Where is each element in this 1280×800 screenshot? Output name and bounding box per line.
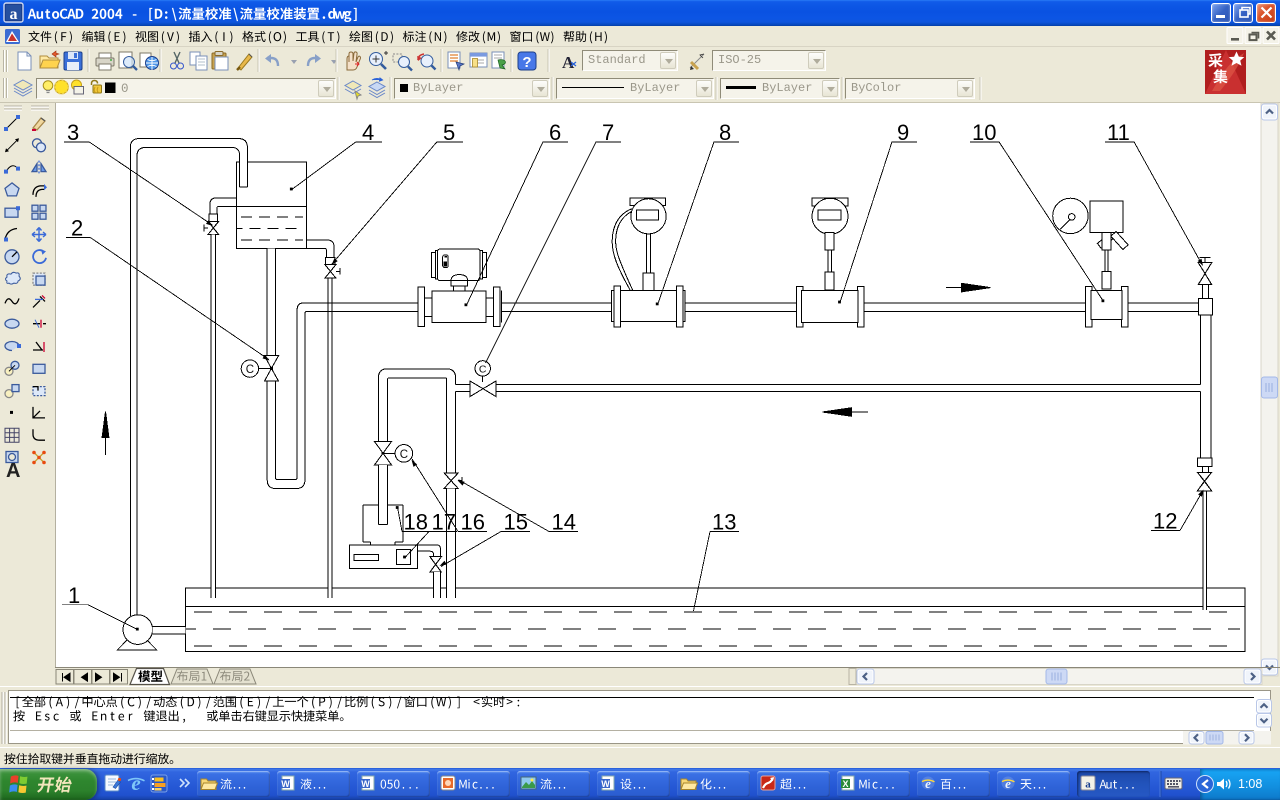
svg-text:A: A — [562, 53, 575, 72]
svg-text:a: a — [10, 6, 18, 23]
svg-text:8: 8 — [719, 120, 731, 145]
svg-text:5: 5 — [443, 120, 455, 145]
svg-text:0: 0 — [121, 82, 129, 96]
svg-text:1: 1 — [68, 583, 80, 608]
svg-text:C: C — [400, 449, 408, 461]
svg-text:1:08: 1:08 — [1238, 777, 1262, 791]
svg-text:12: 12 — [1153, 509, 1177, 534]
svg-text:11: 11 — [1107, 120, 1130, 145]
svg-text:X: X — [842, 779, 848, 789]
svg-text:9: 9 — [897, 120, 909, 145]
svg-text:?: ? — [522, 54, 531, 71]
svg-text:C: C — [479, 363, 487, 375]
svg-text:A: A — [6, 460, 20, 482]
svg-text:W: W — [281, 779, 290, 789]
svg-text:W: W — [361, 779, 370, 789]
svg-text:4: 4 — [362, 120, 374, 145]
svg-text:7: 7 — [602, 120, 614, 145]
svg-text:W: W — [601, 779, 610, 789]
svg-text:2: 2 — [71, 216, 83, 241]
svg-text:13: 13 — [712, 510, 736, 535]
svg-text:e: e — [1005, 776, 1011, 791]
svg-text:18: 18 — [404, 510, 428, 535]
svg-text:e: e — [925, 776, 931, 791]
svg-text:e: e — [131, 771, 140, 795]
svg-text:6: 6 — [549, 120, 561, 145]
svg-text:15: 15 — [504, 510, 528, 535]
svg-text:a: a — [1085, 779, 1091, 791]
svg-text:3: 3 — [67, 120, 79, 145]
svg-text:10: 10 — [972, 120, 996, 145]
svg-text:16: 16 — [461, 510, 485, 535]
svg-text:14: 14 — [552, 510, 576, 535]
svg-text:17: 17 — [432, 510, 456, 535]
svg-text:C: C — [246, 364, 254, 376]
